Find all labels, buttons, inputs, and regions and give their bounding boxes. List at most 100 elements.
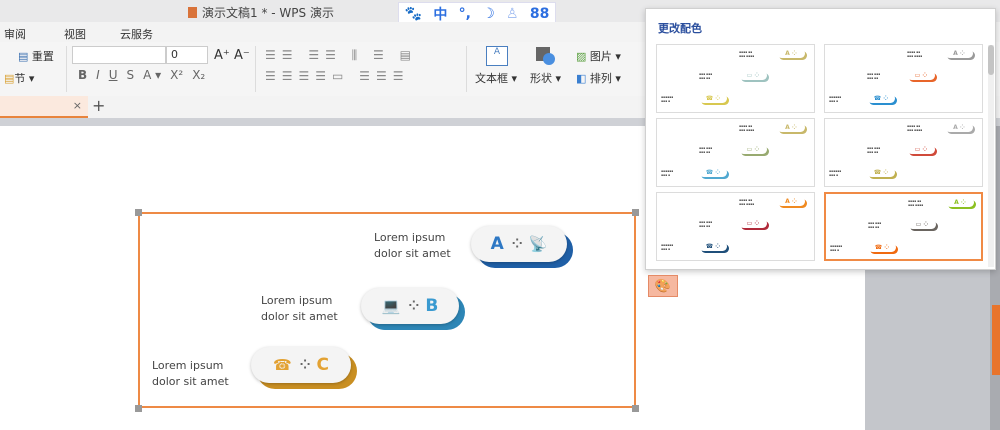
menu-view[interactable]: 视图	[64, 26, 86, 42]
reset-button[interactable]: ▤ 重置	[18, 48, 54, 64]
item-letter: C	[316, 355, 330, 375]
divider	[466, 46, 467, 92]
item-pill[interactable]: 💻 ⁘ B	[361, 288, 459, 324]
thumb-pill: ▭ ⁘	[907, 71, 935, 80]
paragraph-list-icons[interactable]: ☰☰ ☰☰ ⫼ ☰ ▤	[265, 48, 417, 63]
thumb-pill: ▭ ⁘	[907, 145, 935, 154]
thumb-pill: ☎ ⁘	[868, 243, 896, 252]
arrange-icon: ◧	[576, 72, 587, 85]
textbox-button[interactable]: 文本框 ▾	[475, 70, 517, 86]
item-text[interactable]: Lorem ipsum dolor sit amet	[374, 230, 451, 262]
font-size-input[interactable]: 0	[166, 46, 208, 64]
item-line2: dolor sit amet	[261, 310, 338, 323]
ime-grid-icon[interactable]: 88	[530, 6, 549, 22]
divider	[255, 46, 256, 92]
underline-button[interactable]: U	[109, 68, 118, 82]
document-tab[interactable]: ×	[0, 96, 88, 118]
close-tab-icon[interactable]: ×	[73, 99, 82, 112]
color-scheme-option-2[interactable]: ▪▪▪▪ ▪▪ ▪▪▪ ▪▪▪▪ A ⁘ ▪▪▪ ▪▪▪ ▪▪▪ ▪▪ ▭ ⁘ ▪▪…	[824, 44, 983, 113]
strikethrough-button[interactable]: S	[127, 68, 135, 82]
shrink-font-button[interactable]: A⁻	[234, 48, 250, 63]
thumb-pill: ☎ ⁘	[867, 168, 895, 177]
ime-moon-icon[interactable]: ☽	[482, 6, 495, 22]
alignment-icons[interactable]: ☰☰☰☰▭ ☰☰☰	[265, 69, 409, 83]
menu-cloud[interactable]: 云服务	[120, 26, 153, 42]
reset-icon: ▤	[18, 50, 29, 63]
bold-button[interactable]: B	[78, 68, 87, 82]
resize-handle[interactable]	[632, 209, 639, 216]
item-line1: Lorem ipsum	[261, 294, 333, 307]
item-line2: dolor sit amet	[152, 375, 229, 388]
color-scheme-option-6[interactable]: ▪▪▪▪ ▪▪ ▪▪▪ ▪▪▪▪ A ⁘ ▪▪▪ ▪▪▪ ▪▪▪ ▪▪ ▭ ⁘ ▪▪…	[824, 192, 983, 261]
dots-icon: ⁘	[299, 357, 311, 373]
section-button[interactable]: ▤节 ▾	[4, 70, 34, 86]
superscript-button[interactable]: X²	[170, 68, 183, 82]
thumb-pill: A ⁘	[945, 123, 973, 132]
item-pill[interactable]: A ⁘ 📡	[471, 226, 567, 262]
thumb-pill: ☎ ⁘	[699, 242, 727, 251]
add-tab-button[interactable]: +	[92, 96, 105, 115]
shape-button[interactable]: 形状 ▾	[530, 70, 561, 86]
arrange-button[interactable]: ◧ 排列 ▾	[576, 70, 621, 86]
menu-review[interactable]: 审阅	[4, 26, 26, 42]
picture-label: 图片 ▾	[589, 50, 621, 63]
satellite-dish-icon: 📡	[528, 235, 548, 253]
italic-button[interactable]: I	[96, 68, 100, 82]
popup-title: 更改配色	[658, 22, 702, 35]
thumb-pill: ☎ ⁘	[699, 168, 727, 177]
laptop-icon: 💻	[381, 297, 401, 315]
side-panel-toggle[interactable]	[992, 305, 1000, 375]
telephone-icon: ☎	[272, 356, 292, 374]
item-letter: A	[490, 234, 504, 254]
popup-scrollbar[interactable]	[988, 45, 994, 267]
item-line2: dolor sit amet	[374, 247, 451, 260]
picture-button[interactable]: ▨ 图片 ▾	[576, 48, 621, 64]
thumb-pill: A ⁘	[945, 49, 973, 58]
thumb-pill: ▭ ⁘	[739, 71, 767, 80]
window-title-text: 演示文稿1 * - WPS 演示	[202, 6, 334, 20]
thumb-pill: A ⁘	[777, 197, 805, 206]
item-line1: Lorem ipsum	[374, 231, 446, 244]
item-pill[interactable]: ☎ ⁘ C	[251, 347, 351, 383]
item-line1: Lorem ipsum	[152, 359, 224, 372]
thumb-pill: A ⁘	[946, 198, 974, 207]
thumb-pill: A ⁘	[777, 49, 805, 58]
thumb-pill: ▭ ⁘	[908, 220, 936, 229]
resize-handle[interactable]	[632, 405, 639, 412]
item-text[interactable]: Lorem ipsum dolor sit amet	[261, 293, 338, 325]
document-icon	[188, 7, 197, 18]
dots-icon: ⁘	[511, 236, 523, 252]
reset-label: 重置	[31, 50, 54, 63]
change-color-popup: 更改配色 ▪▪▪▪ ▪▪ ▪▪▪ ▪▪▪▪ A ⁘ ▪▪▪ ▪▪▪ ▪▪▪ ▪▪ ▭…	[645, 8, 996, 270]
font-name-input[interactable]	[72, 46, 166, 64]
thumb-pill: ☎ ⁘	[699, 94, 727, 103]
thumb-pill: A ⁘	[777, 123, 805, 132]
font-color-button[interactable]: A ▾	[143, 68, 161, 82]
ime-user-icon[interactable]: ♙	[506, 6, 519, 22]
color-scheme-option-5[interactable]: ▪▪▪▪ ▪▪ ▪▪▪ ▪▪▪▪ A ⁘ ▪▪▪ ▪▪▪ ▪▪▪ ▪▪ ▭ ⁘ ▪▪…	[656, 192, 815, 261]
divider	[66, 46, 67, 92]
item-text[interactable]: Lorem ipsum dolor sit amet	[152, 358, 229, 390]
section-label: 节 ▾	[14, 72, 35, 85]
thumb-pill: ▭ ⁘	[739, 145, 767, 154]
thumb-pill: ☎ ⁘	[867, 94, 895, 103]
arrange-label: 排列 ▾	[589, 72, 621, 85]
scroll-thumb[interactable]	[988, 45, 994, 75]
dots-icon: ⁘	[408, 298, 419, 314]
color-palette-button[interactable]: 🎨	[648, 275, 678, 297]
ime-paw-icon[interactable]: 🐾	[405, 6, 422, 22]
subscript-button[interactable]: X₂	[192, 68, 205, 82]
thumb-pill: ▭ ⁘	[739, 219, 767, 228]
ime-chinese-mode[interactable]: 中	[433, 4, 447, 24]
textbox-icon: A	[486, 46, 508, 66]
grow-font-button[interactable]: A⁺	[214, 48, 230, 63]
color-scheme-option-4[interactable]: ▪▪▪▪ ▪▪ ▪▪▪ ▪▪▪▪ A ⁘ ▪▪▪ ▪▪▪ ▪▪▪ ▪▪ ▭ ⁘ ▪▪…	[824, 118, 983, 187]
section-icon: ▤	[4, 72, 15, 85]
resize-handle[interactable]	[135, 405, 142, 412]
color-scheme-option-3[interactable]: ▪▪▪▪ ▪▪ ▪▪▪ ▪▪▪▪ A ⁘ ▪▪▪ ▪▪▪ ▪▪▪ ▪▪ ▭ ⁘ ▪▪…	[656, 118, 815, 187]
item-letter: B	[425, 296, 439, 316]
color-scheme-option-1[interactable]: ▪▪▪▪ ▪▪ ▪▪▪ ▪▪▪▪ A ⁘ ▪▪▪ ▪▪▪ ▪▪▪ ▪▪ ▭ ⁘ ▪▪…	[656, 44, 815, 113]
palette-icon: 🎨	[654, 278, 672, 294]
ime-punctuation-icon[interactable]: °,	[459, 6, 471, 22]
resize-handle[interactable]	[135, 209, 142, 216]
